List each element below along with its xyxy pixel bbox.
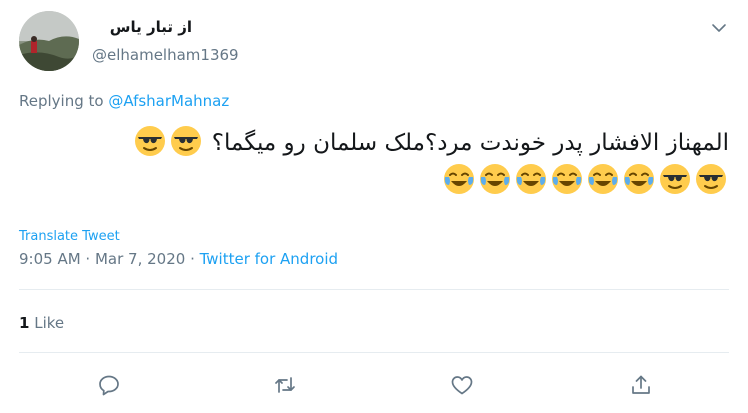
tweet-text: المهناز الافشار پدر خوندت مرد؟ملک سلمان … bbox=[19, 124, 729, 200]
emoji-group-1 bbox=[132, 126, 211, 156]
user-handle[interactable]: @elhamelham1369 bbox=[92, 46, 239, 64]
tweet-source-link[interactable]: Twitter for Android bbox=[200, 250, 338, 268]
emoji-group-2 bbox=[441, 164, 729, 194]
sunglasses-emoji bbox=[695, 163, 727, 195]
likes-count[interactable]: 1 Like bbox=[19, 314, 64, 332]
joy-emoji bbox=[443, 163, 475, 195]
reply-icon[interactable] bbox=[97, 373, 121, 397]
meta-separator: · bbox=[185, 250, 200, 268]
sunglasses-emoji bbox=[170, 125, 202, 157]
retweet-icon[interactable] bbox=[273, 373, 297, 397]
joy-emoji bbox=[623, 163, 655, 195]
tweet-timestamp[interactable]: 9:05 AM · Mar 7, 2020 bbox=[19, 250, 185, 268]
tweet-meta: 9:05 AM · Mar 7, 2020 · Twitter for Andr… bbox=[19, 250, 338, 268]
likes-number: 1 bbox=[19, 314, 30, 332]
avatar[interactable] bbox=[19, 11, 79, 71]
chevron-down-icon[interactable] bbox=[709, 18, 729, 38]
joy-emoji bbox=[515, 163, 547, 195]
joy-emoji bbox=[551, 163, 583, 195]
divider bbox=[19, 289, 729, 290]
like-icon[interactable] bbox=[450, 373, 474, 397]
tweet-text-line: المهناز الافشار پدر خوندت مرد؟ملک سلمان … bbox=[211, 130, 729, 156]
divider bbox=[19, 352, 729, 353]
sunglasses-emoji bbox=[134, 125, 166, 157]
sunglasses-emoji bbox=[659, 163, 691, 195]
likes-label: Like bbox=[29, 314, 65, 332]
tweet-card: از تبار یاس @elhamelham1369 Replying to … bbox=[0, 0, 748, 413]
display-name[interactable]: از تبار یاس bbox=[91, 18, 192, 36]
translate-tweet-link[interactable]: Translate Tweet bbox=[19, 229, 120, 244]
joy-emoji bbox=[479, 163, 511, 195]
mention-link[interactable]: @AfsharMahnaz bbox=[108, 92, 229, 110]
replying-to: Replying to @AfsharMahnaz bbox=[19, 92, 229, 110]
replying-prefix: Replying to bbox=[19, 92, 109, 110]
joy-emoji bbox=[587, 163, 619, 195]
share-icon[interactable] bbox=[629, 373, 653, 397]
